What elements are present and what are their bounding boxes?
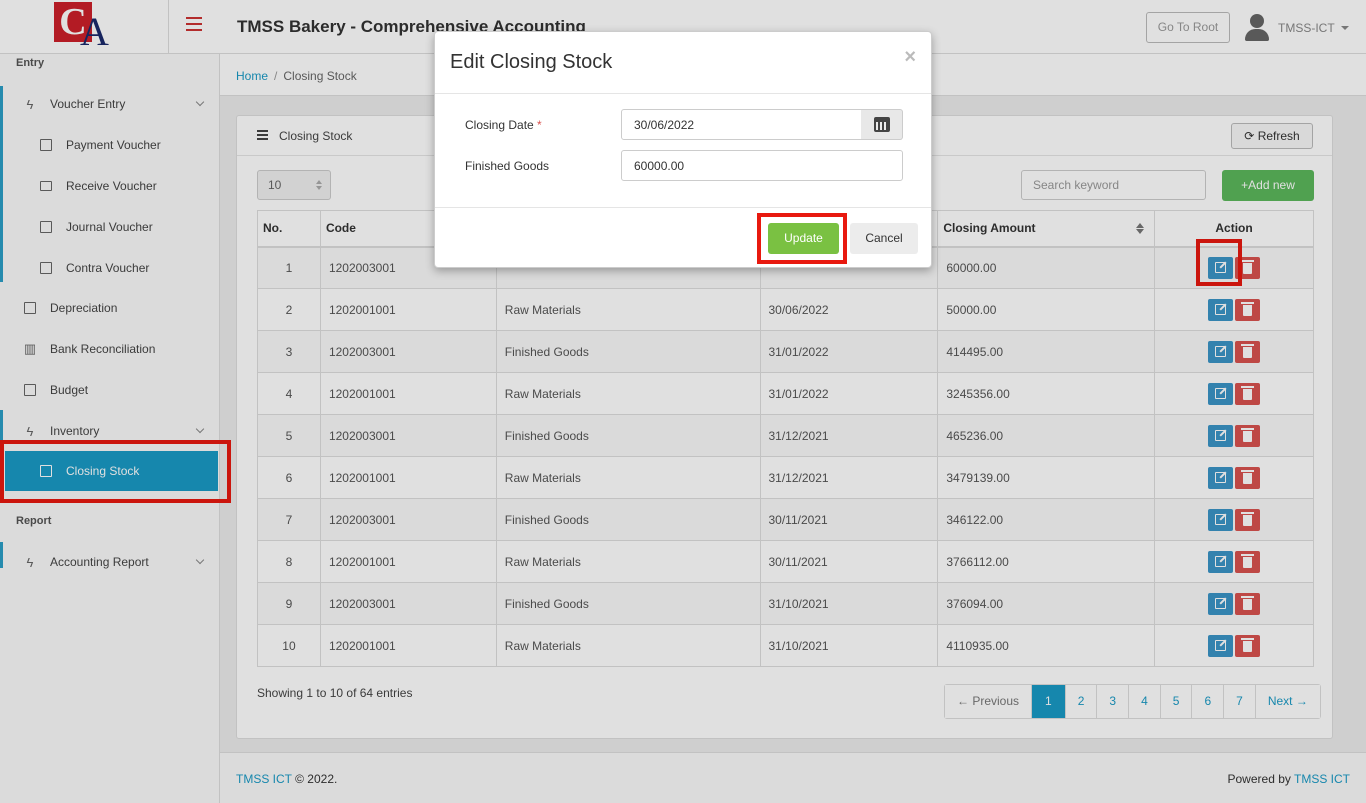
close-icon[interactable]: × [904,46,916,69]
update-button[interactable]: Update [768,223,839,254]
closing-date-label-text: Closing Date [465,118,534,132]
modal-title: Edit Closing Stock [450,51,613,73]
edit-closing-stock-modal: Edit Closing Stock × Closing Date * Fini… [434,31,932,268]
cancel-button[interactable]: Cancel [850,223,918,254]
modal-footer: Update Cancel [435,207,931,268]
modal-header: Edit Closing Stock × [435,32,931,94]
finished-goods-label: Finished Goods [465,159,550,173]
closing-date-input[interactable] [621,109,862,140]
closing-date-label: Closing Date * [465,118,542,132]
finished-goods-input[interactable] [621,150,903,181]
calendar-icon [874,117,890,132]
required-mark: * [537,118,542,132]
calendar-button[interactable] [861,109,903,140]
